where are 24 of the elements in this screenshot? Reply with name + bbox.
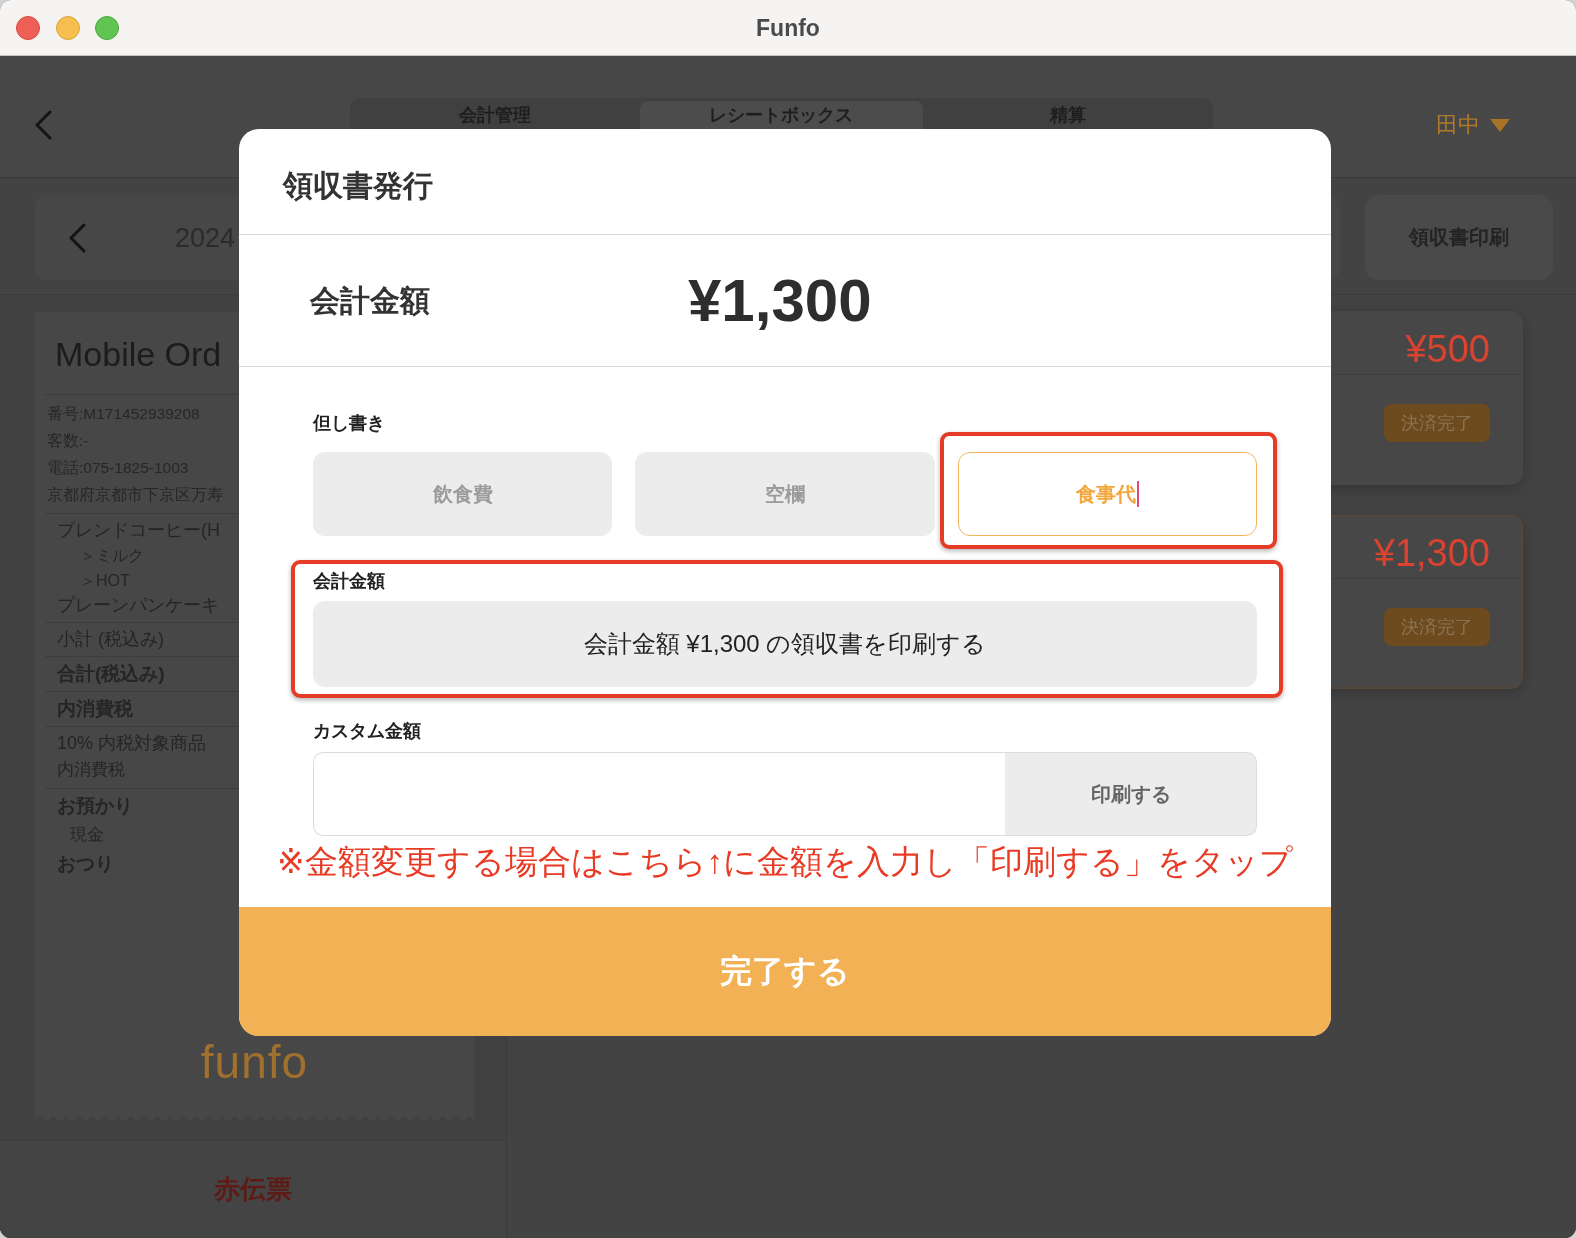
payment-amount: ¥1,300 (1373, 531, 1490, 575)
section-label: 但し書き (313, 413, 385, 433)
memo-option-button[interactable]: 飲食費 (313, 452, 613, 536)
minimize-window-icon[interactable] (55, 15, 80, 40)
close-window-icon[interactable] (16, 15, 40, 40)
memo-option-button[interactable]: 空欄 (635, 452, 935, 536)
text-cursor-icon (1136, 481, 1139, 507)
section-label: 会計金額 (313, 571, 385, 591)
dialog-title: 領収書発行 (283, 167, 433, 204)
back-icon[interactable] (34, 110, 52, 140)
zoom-window-icon[interactable] (95, 15, 119, 40)
caret-icon (1490, 118, 1510, 132)
print-receipt-button[interactable]: 会計金額 ¥1,300 の領収書を印刷する (313, 601, 1257, 687)
memo-option-button[interactable]: 食事代 (957, 452, 1257, 536)
payment-amount: ¥500 (1405, 327, 1490, 371)
section-label: カスタム金額 (313, 721, 421, 741)
window-title: Funfo (756, 13, 820, 42)
back-icon[interactable] (68, 222, 86, 253)
instruction-note: ※金額変更する場合はこちら↑に金額を入力し「印刷する」をタップ (276, 843, 1294, 881)
total-amount: ¥1,300 (688, 267, 872, 334)
user-menu[interactable]: 田中 (1436, 112, 1510, 138)
done-button[interactable]: 完了する (239, 907, 1331, 1036)
total-label: 会計金額 (310, 282, 431, 319)
logo-text: funfo (200, 1037, 309, 1087)
